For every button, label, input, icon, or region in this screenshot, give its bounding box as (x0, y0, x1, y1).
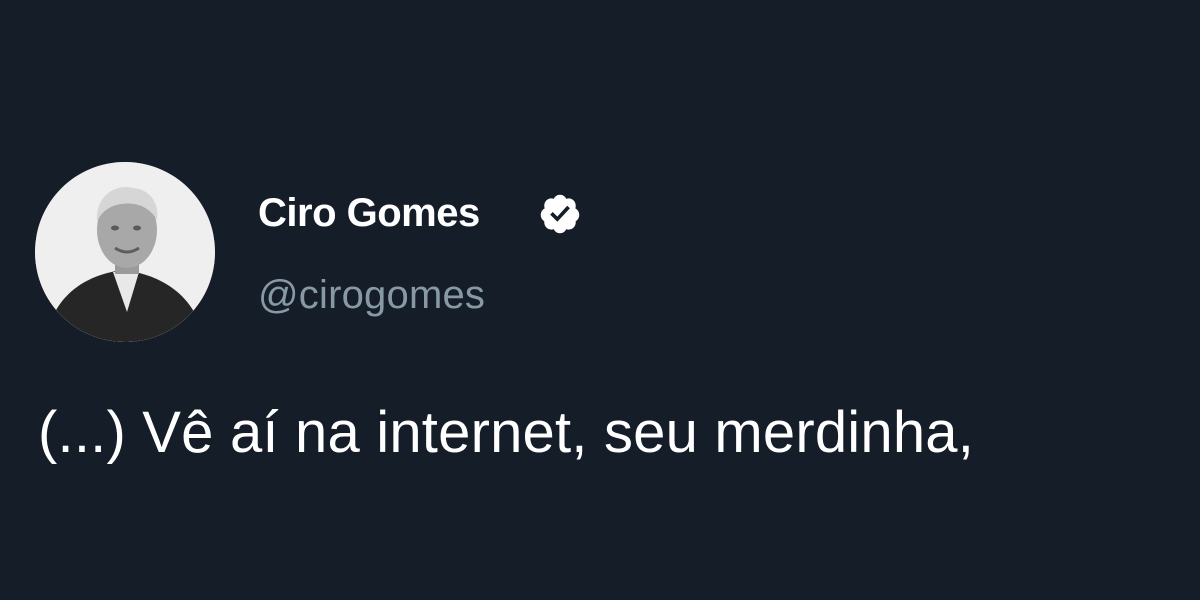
verified-badge-icon (540, 194, 580, 234)
tweet-text: (...) Vê aí na internet, seu merdinha, (38, 400, 975, 465)
username-handle[interactable]: @cirogomes (258, 272, 485, 318)
tweet-card: Ciro Gomes @cirogomes (...) Vê aí na int… (0, 0, 1200, 600)
avatar[interactable] (35, 162, 215, 342)
profile-photo (35, 162, 215, 342)
display-name[interactable]: Ciro Gomes (258, 190, 480, 236)
